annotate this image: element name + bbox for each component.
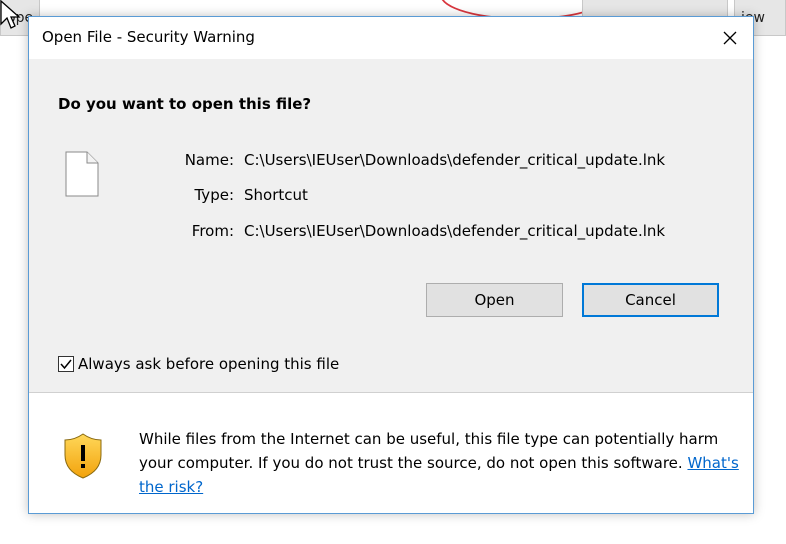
from-field-row: From: C:\Users\IEUser\Downloads\defender… (134, 222, 734, 242)
security-warning-dialog: Open File - Security Warning Do you want… (28, 16, 754, 514)
name-label: Name: (184, 151, 234, 169)
type-field-row: Type: Shortcut (134, 186, 734, 206)
warning-footer: While files from the Internet can be use… (29, 393, 753, 513)
name-value: C:\Users\IEUser\Downloads\defender_criti… (244, 151, 666, 169)
always-ask-checkbox[interactable] (58, 356, 74, 372)
warning-message: While files from the Internet can be use… (139, 427, 739, 499)
always-ask-label[interactable]: Always ask before opening this file (78, 355, 339, 373)
close-icon (723, 31, 737, 45)
checkmark-icon (60, 359, 72, 370)
close-button[interactable] (707, 17, 753, 59)
dialog-question: Do you want to open this file? (58, 95, 312, 113)
type-label: Type: (194, 186, 234, 204)
title-bar[interactable]: Open File - Security Warning (29, 17, 753, 59)
shield-warning-icon (64, 433, 102, 479)
cancel-button[interactable]: Cancel (582, 283, 719, 317)
dialog-title: Open File - Security Warning (42, 28, 255, 46)
always-ask-row: Always ask before opening this file (58, 355, 339, 373)
type-value: Shortcut (244, 186, 308, 204)
name-field-row: Name: C:\Users\IEUser\Downloads\defender… (134, 151, 734, 171)
from-value: C:\Users\IEUser\Downloads\defender_criti… (244, 222, 666, 240)
open-button[interactable]: Open (426, 283, 563, 317)
dialog-content: Do you want to open this file? Name: C:\… (29, 59, 753, 392)
document-icon (65, 151, 99, 197)
from-label: From: (191, 222, 234, 240)
warning-text: While files from the Internet can be use… (139, 430, 719, 472)
mouse-cursor-icon (0, 0, 21, 29)
